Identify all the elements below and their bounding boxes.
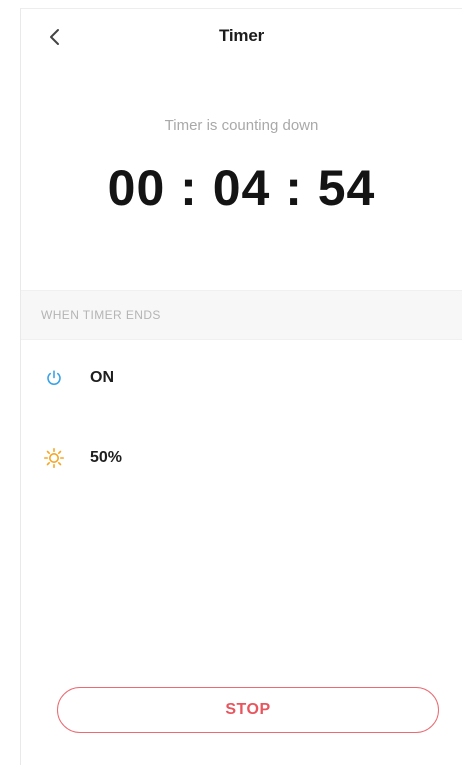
action-label-power: ON <box>90 369 114 386</box>
section-header: WHEN TIMER ENDS <box>21 290 462 340</box>
timer-screen: Timer Timer is counting down 00 : 04 : 5… <box>20 8 462 765</box>
stop-button-label: STOP <box>225 701 271 718</box>
action-row-power: ON <box>21 358 462 398</box>
timer-status-text: Timer is counting down <box>164 117 319 134</box>
page-title: Timer <box>219 26 264 45</box>
action-label-brightness: 50% <box>90 449 123 466</box>
stop-button[interactable]: STOP <box>57 687 439 733</box>
brightness-icon <box>43 447 65 469</box>
header: Timer <box>21 9 462 61</box>
countdown-display: 00 : 04 : 54 <box>107 160 376 216</box>
section-label: WHEN TIMER ENDS <box>41 308 161 322</box>
power-icon <box>43 367 65 389</box>
action-row-brightness: 50% <box>21 438 462 478</box>
